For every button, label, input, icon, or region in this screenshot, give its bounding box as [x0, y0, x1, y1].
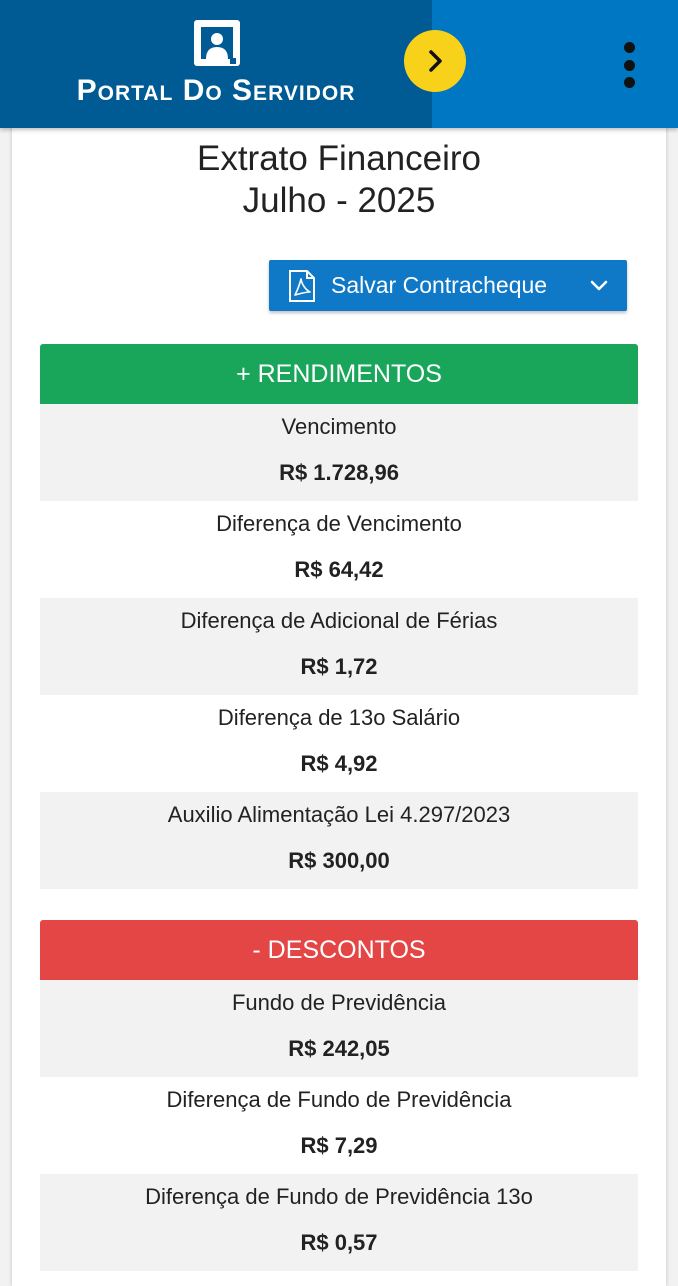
- brand-title: Portal Do Servidor: [76, 74, 356, 107]
- item-value: R$ 1,72: [300, 654, 378, 679]
- item-label: Diferença de Fundo de Previdência 13o: [145, 1184, 533, 1209]
- item-label: Fundo de Previdência: [231, 990, 447, 1015]
- list-item: Auxilio Alimentação Lei 4.297/2023 R$ 30…: [40, 792, 638, 889]
- list-item: Diferença de 13o Salário R$ 4,92: [40, 695, 638, 792]
- item-value: R$ 0,57: [300, 1230, 378, 1255]
- more-vertical-icon: [623, 42, 635, 53]
- more-menu-button[interactable]: [612, 38, 646, 92]
- deductions-section: - DESCONTOS Fundo de Previdência R$ 242,…: [40, 920, 638, 1271]
- item-value: R$ 300,00: [288, 848, 390, 873]
- chevron-right-icon: [429, 50, 442, 72]
- item-value: R$ 64,42: [294, 557, 384, 582]
- page-title: Extrato Financeiro Julho - 2025: [12, 138, 666, 222]
- page-title-line1: Extrato Financeiro: [196, 139, 482, 178]
- deductions-header[interactable]: - DESCONTOS: [40, 920, 638, 980]
- save-payslip-button[interactable]: Salvar Contracheque: [269, 260, 627, 311]
- list-item: Fundo de Previdência R$ 242,05: [40, 980, 638, 1077]
- app-header: Portal Do Servidor: [0, 0, 678, 128]
- earnings-header[interactable]: + RENDIMENTOS: [40, 344, 638, 404]
- save-payslip-label: Salvar Contracheque: [331, 272, 548, 298]
- list-item: Diferença de Fundo de Previdência 13o R$…: [40, 1174, 638, 1271]
- page-title-line2: Julho - 2025: [242, 181, 436, 220]
- pdf-icon: [289, 269, 315, 302]
- item-value: R$ 4,92: [300, 751, 378, 776]
- item-label: Diferença de Vencimento: [216, 511, 462, 536]
- item-label: Diferença de Adicional de Férias: [180, 608, 498, 633]
- more-vertical-icon-dot: [623, 59, 635, 71]
- chevron-down-icon[interactable]: [589, 279, 609, 293]
- item-label: Auxilio Alimentação Lei 4.297/2023: [167, 802, 511, 827]
- item-label: Diferença de 13o Salário: [217, 705, 461, 730]
- item-label: Diferença de Fundo de Previdência: [166, 1087, 512, 1112]
- earnings-section: + RENDIMENTOS Vencimento R$ 1.728,96 Dif…: [40, 344, 638, 889]
- list-item: Vencimento R$ 1.728,96: [40, 404, 638, 501]
- list-item: Diferença de Adicional de Férias R$ 1,72: [40, 598, 638, 695]
- list-item: Diferença de Fundo de Previdência R$ 7,2…: [40, 1077, 638, 1174]
- item-value: R$ 242,05: [288, 1036, 390, 1061]
- nav-toggle-button[interactable]: [404, 30, 466, 92]
- more-vertical-icon-dot: [623, 77, 635, 88]
- item-label: Vencimento: [281, 414, 397, 439]
- item-value: R$ 7,29: [300, 1133, 378, 1158]
- list-item: Diferença de Vencimento R$ 64,42: [40, 501, 638, 598]
- item-value: R$ 1.728,96: [279, 460, 399, 485]
- brand-area[interactable]: Portal Do Servidor: [0, 0, 432, 128]
- portal-logo-icon: [194, 20, 240, 66]
